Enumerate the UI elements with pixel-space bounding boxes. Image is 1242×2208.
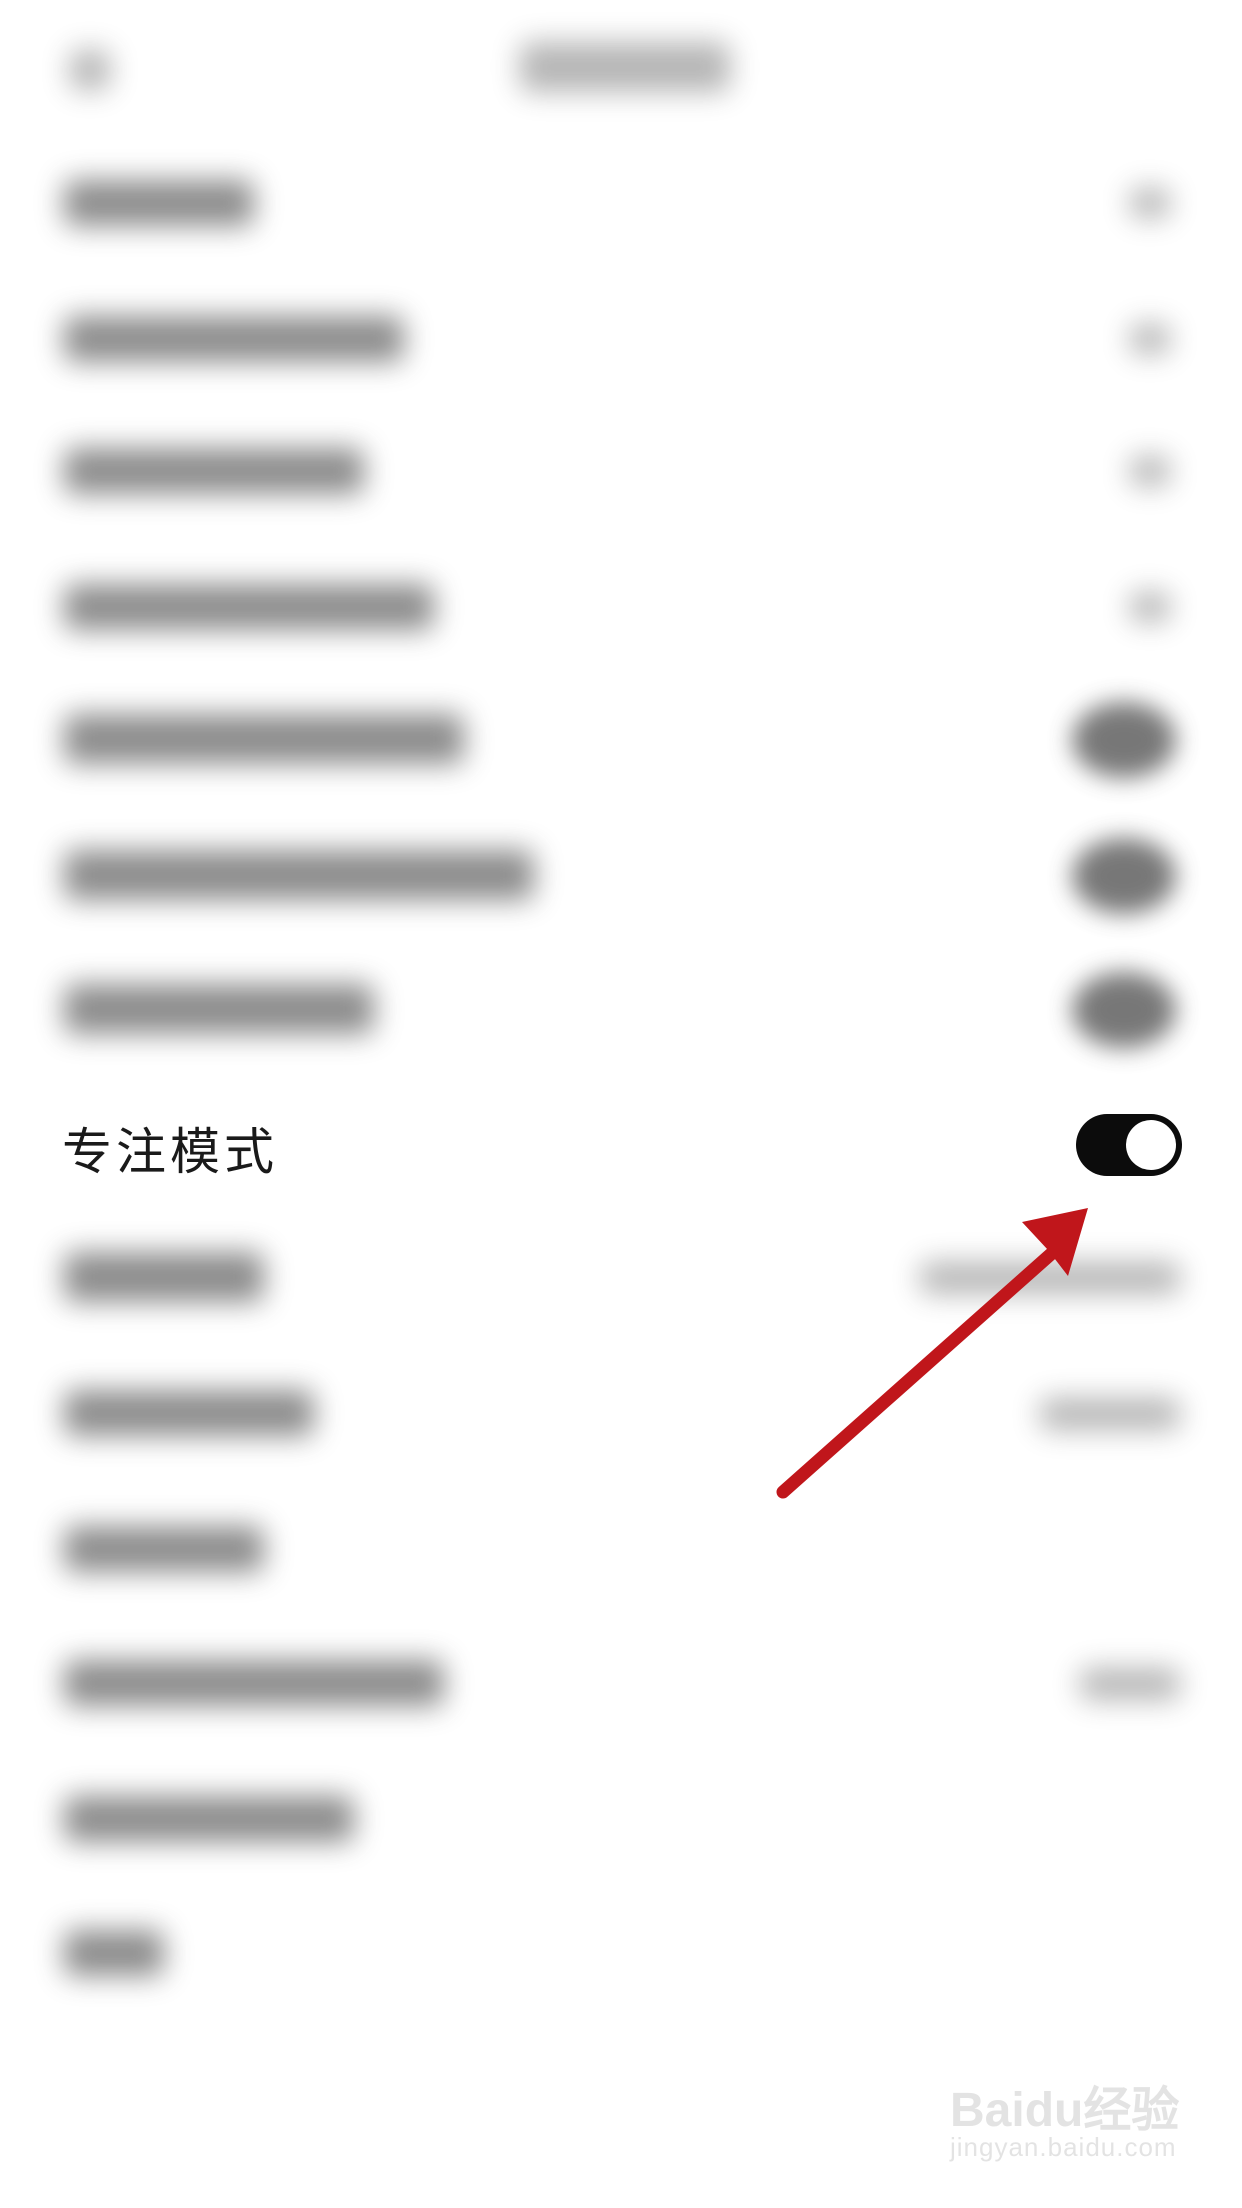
- settings-row[interactable]: [64, 1930, 164, 1976]
- settings-row[interactable]: [64, 1526, 264, 1572]
- focus-mode-toggle[interactable]: [1076, 1114, 1182, 1176]
- toggle-knob: [1126, 1120, 1176, 1170]
- settings-row[interactable]: [64, 1390, 314, 1436]
- toggle-switch[interactable]: [1072, 702, 1176, 778]
- toggle-switch[interactable]: [1072, 972, 1176, 1048]
- settings-row[interactable]: [64, 316, 404, 362]
- settings-row[interactable]: [64, 984, 374, 1034]
- settings-row[interactable]: [64, 714, 464, 764]
- settings-row[interactable]: [64, 1660, 444, 1706]
- settings-row[interactable]: [64, 584, 434, 630]
- chevron-right-icon: [1130, 592, 1170, 622]
- chevron-right-icon: [1130, 188, 1170, 218]
- toggle-switch[interactable]: [1072, 838, 1176, 914]
- settings-row[interactable]: [64, 180, 254, 226]
- chevron-right-icon: [1130, 324, 1170, 354]
- focus-mode-row[interactable]: 专注模式: [0, 1080, 1242, 1210]
- focus-mode-label: 专注模式: [62, 1123, 278, 1181]
- settings-row[interactable]: [64, 448, 364, 494]
- watermark-brand: Baidu经验: [950, 2084, 1180, 2137]
- row-value: [920, 1262, 1180, 1294]
- back-icon[interactable]: [70, 50, 110, 90]
- chevron-right-icon: [1130, 456, 1170, 486]
- settings-row[interactable]: [64, 1252, 264, 1302]
- settings-row[interactable]: [64, 850, 534, 900]
- row-value: [1080, 1668, 1180, 1700]
- watermark-url: jingyan.baidu.com: [950, 2132, 1177, 2162]
- row-value: [1040, 1398, 1180, 1430]
- settings-row[interactable]: [64, 1796, 354, 1842]
- page-title: [520, 42, 730, 92]
- settings-screen: 专注模式 Baidu经验 jingyan.baidu.com: [0, 0, 1242, 2208]
- baidu-watermark-logo: Baidu经验 jingyan.baidu.com: [950, 2070, 1210, 2180]
